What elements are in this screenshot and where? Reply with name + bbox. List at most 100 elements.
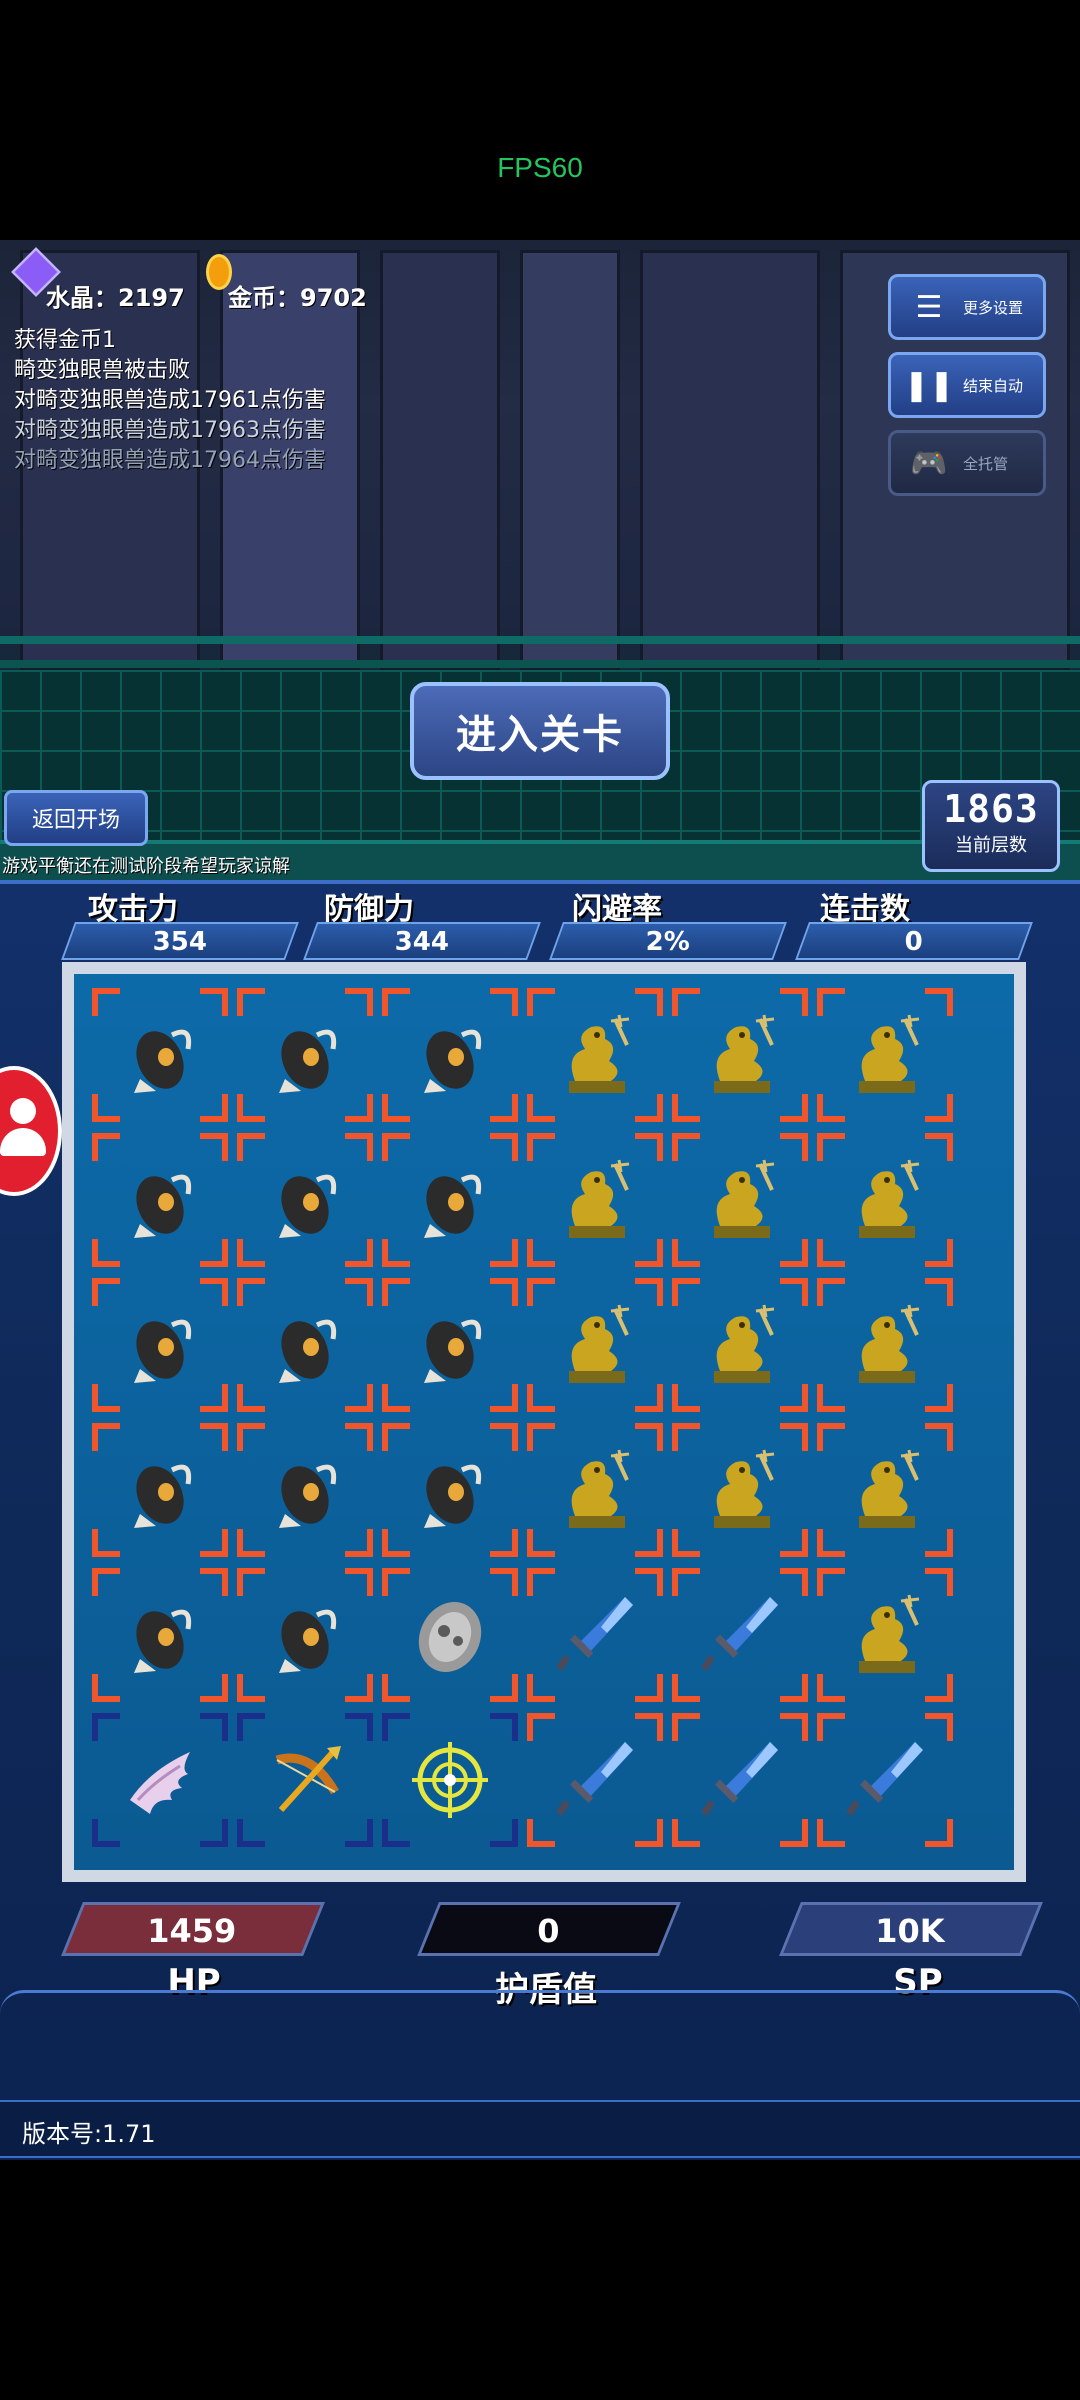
sp-bar: 10K (779, 1902, 1043, 1956)
dragon-statue-icon (859, 1449, 920, 1528)
board-tile[interactable] (817, 1568, 953, 1702)
blue-sword-icon (556, 1742, 633, 1816)
combo-value: 0 (795, 922, 1033, 960)
grenade-icon (134, 1319, 192, 1383)
target-icon (412, 1742, 488, 1818)
board-tile[interactable] (817, 1133, 953, 1267)
board-tile[interactable] (92, 1423, 228, 1557)
board-tile[interactable] (92, 1133, 228, 1267)
board-tile[interactable] (237, 1133, 373, 1267)
fps-counter: FPS60 (497, 152, 583, 183)
grenade-icon (134, 1174, 192, 1238)
game-screen: FPS60 水晶：2197 金币：9702 获得金币1 畸变独眼兽被击败 对畸变… (0, 0, 1080, 2400)
board-tile[interactable] (382, 1423, 518, 1557)
version-text: 版本号:1.71 (22, 2120, 156, 2148)
pause-icon: ❚❚ (903, 367, 955, 403)
more-settings-button[interactable]: ☰ 更多设置 (888, 274, 1046, 340)
grenade-icon (424, 1029, 482, 1093)
dragon-statue-icon (714, 1449, 775, 1528)
shield-bar: 0 (417, 1902, 681, 1956)
grenade-icon (279, 1464, 337, 1528)
board-tile[interactable] (92, 1568, 228, 1702)
dragon-statue-icon (859, 1304, 920, 1383)
board-tile[interactable] (672, 1423, 808, 1557)
log-line: 对畸变独眼兽造成17963点伤害 (14, 418, 326, 443)
list-icon: ☰ (915, 289, 943, 325)
match-board (62, 962, 1026, 1882)
grenade-icon (134, 1464, 192, 1528)
dragon-statue-icon (569, 1014, 630, 1093)
dragon-statue-icon (569, 1449, 630, 1528)
dodge-value: 2% (549, 922, 787, 960)
stone-shield-icon (418, 1601, 482, 1673)
grenade-icon (279, 1319, 337, 1383)
board-tile[interactable] (92, 1278, 228, 1412)
board-tile[interactable] (672, 1278, 808, 1412)
log-line: 对畸变独眼兽造成17964点伤害 (14, 448, 326, 473)
board-tile[interactable] (672, 1713, 808, 1847)
dragon-statue-icon (569, 1304, 630, 1383)
battle-log: 获得金币1 畸变独眼兽被击败 对畸变独眼兽造成17961点伤害 对畸变独眼兽造成… (14, 326, 326, 476)
grenade-icon (424, 1174, 482, 1238)
board-tile[interactable] (527, 988, 663, 1122)
blue-sword-icon (556, 1597, 633, 1671)
current-floor: 1863 当前层数 (922, 780, 1060, 872)
grenade-icon (424, 1319, 482, 1383)
balance-notice: 游戏平衡还在测试阶段希望玩家谅解 (2, 856, 290, 877)
defense-value: 344 (303, 922, 541, 960)
wing-icon (130, 1752, 190, 1814)
board-tile[interactable] (527, 1133, 663, 1267)
board-tile[interactable] (817, 1713, 953, 1847)
grenade-icon (424, 1464, 482, 1528)
full-auto-button[interactable]: 🎮 全托管 (888, 430, 1046, 496)
board-tile[interactable] (527, 1568, 663, 1702)
stop-auto-button[interactable]: ❚❚ 结束自动 (888, 352, 1046, 418)
floor-label: 当前层数 (955, 835, 1027, 856)
bow-icon (275, 1746, 341, 1813)
log-line: 畸变独眼兽被击败 (14, 358, 191, 383)
dragon-statue-icon (859, 1014, 920, 1093)
dragon-statue-icon (859, 1159, 920, 1238)
board-tile[interactable] (672, 1568, 808, 1702)
crystal-count: 水晶：2197 (46, 284, 185, 312)
back-to-start-button[interactable]: 返回开场 (4, 790, 148, 846)
enter-level-button[interactable]: 进入关卡 (410, 682, 670, 780)
person-icon (10, 1098, 36, 1124)
dragon-statue-icon (569, 1159, 630, 1238)
board-tile[interactable] (527, 1713, 663, 1847)
board-tile[interactable] (672, 1133, 808, 1267)
grenade-icon (279, 1029, 337, 1093)
board-tile[interactable] (237, 1278, 373, 1412)
board-tile[interactable] (237, 988, 373, 1122)
board-tile[interactable] (92, 988, 228, 1122)
floor-number: 1863 (943, 787, 1039, 831)
board-tile[interactable] (237, 1568, 373, 1702)
gamepad-icon: 🎮 (910, 445, 948, 481)
grenade-icon (134, 1609, 192, 1673)
board-tile[interactable] (237, 1713, 373, 1847)
board-tile[interactable] (92, 1713, 228, 1847)
board-tile[interactable] (382, 1133, 518, 1267)
board-tile[interactable] (237, 1423, 373, 1557)
board-tile[interactable] (382, 1713, 518, 1847)
dragon-statue-icon (714, 1304, 775, 1383)
board-tile[interactable] (527, 1423, 663, 1557)
blue-sword-icon (701, 1597, 778, 1671)
board-tile[interactable] (817, 988, 953, 1122)
dragon-statue-icon (714, 1014, 775, 1093)
board-tile[interactable] (527, 1278, 663, 1412)
version-bar: 版本号:1.71 (0, 2100, 1080, 2158)
blue-sword-icon (701, 1742, 778, 1816)
board-tile[interactable] (817, 1278, 953, 1412)
board-tile[interactable] (382, 1568, 518, 1702)
blue-sword-icon (846, 1742, 923, 1816)
grenade-icon (279, 1609, 337, 1673)
grenade-icon (134, 1029, 192, 1093)
board-tile[interactable] (382, 1278, 518, 1412)
board-tile[interactable] (817, 1423, 953, 1557)
gold-count: 金币：9702 (228, 284, 367, 312)
attack-value: 354 (61, 922, 299, 960)
panel-divider (0, 1990, 1080, 2014)
board-tile[interactable] (382, 988, 518, 1122)
board-tile[interactable] (672, 988, 808, 1122)
